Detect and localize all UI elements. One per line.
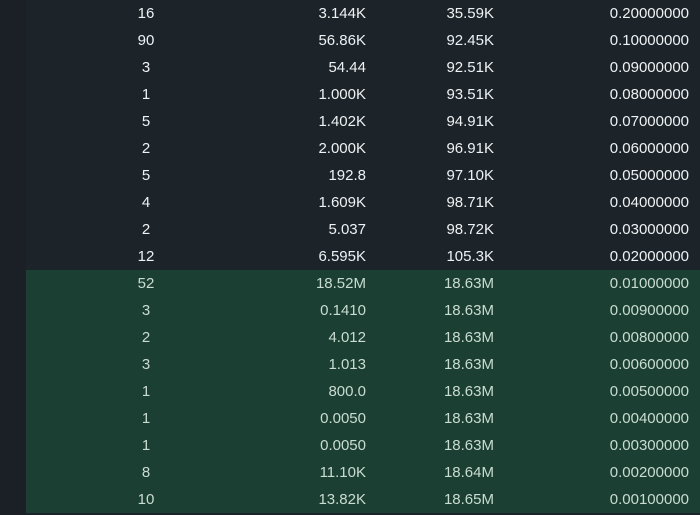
total-cell: 18.63M — [443, 329, 494, 346]
price-cell: 0.00500000 — [609, 383, 689, 400]
price-cell: 0.00200000 — [609, 464, 689, 481]
ask-row[interactable]: 5 192.8 97.10K 0.05000000 — [0, 162, 700, 189]
size-cell: 1.013 — [328, 356, 366, 373]
ask-row[interactable]: 2 2.000K 96.91K 0.06000000 — [0, 135, 700, 162]
size-cell: 2.000K — [318, 140, 366, 157]
price-cell: 0.05000000 — [609, 167, 689, 184]
total-cell: 35.59K — [446, 5, 494, 22]
size-cell: 18.52M — [315, 275, 366, 292]
order-count-cell: 10 — [137, 491, 155, 508]
order-book-rows: 16 3.144K 35.59K 0.20000000 90 56.86K 92.45K 0.… — [0, 0, 700, 513]
order-count-cell: 3 — [141, 356, 151, 373]
price-cell: 0.08000000 — [609, 86, 689, 103]
size-cell: 192.8 — [328, 167, 366, 184]
size-cell: 3.144K — [318, 5, 366, 22]
order-count-cell: 5 — [141, 113, 151, 130]
total-cell: 98.72K — [446, 221, 494, 238]
total-cell: 18.63M — [443, 410, 494, 427]
order-book-panel: 16 3.144K 35.59K 0.20000000 90 56.86K 92.45K 0.… — [0, 0, 700, 515]
total-cell: 18.63M — [443, 356, 494, 373]
total-cell: 18.63M — [443, 383, 494, 400]
order-count-cell: 4 — [141, 194, 151, 211]
order-count-cell: 3 — [141, 59, 151, 76]
order-count-cell: 2 — [141, 221, 151, 238]
order-count-cell: 8 — [141, 464, 151, 481]
total-cell: 93.51K — [446, 86, 494, 103]
size-cell: 54.44 — [328, 59, 366, 76]
ask-row[interactable]: 3 54.44 92.51K 0.09000000 — [0, 54, 700, 81]
price-cell: 0.06000000 — [609, 140, 689, 157]
price-cell: 0.10000000 — [609, 32, 689, 49]
price-cell: 0.20000000 — [609, 5, 689, 22]
price-cell: 0.07000000 — [609, 113, 689, 130]
total-cell: 97.10K — [446, 167, 494, 184]
bid-row[interactable]: 1 0.0050 18.63M 0.00300000 — [0, 432, 700, 459]
price-cell: 0.00800000 — [609, 329, 689, 346]
order-count-cell: 12 — [137, 248, 155, 265]
order-count-cell: 90 — [137, 32, 155, 49]
order-count-cell: 3 — [141, 302, 151, 319]
bid-row[interactable]: 52 18.52M 18.63M 0.01000000 — [0, 270, 700, 297]
size-cell: 11.10K — [319, 464, 366, 481]
total-cell: 18.63M — [443, 437, 494, 454]
order-count-cell: 52 — [137, 275, 155, 292]
price-cell: 0.00300000 — [609, 437, 689, 454]
size-cell: 13.82K — [318, 491, 366, 508]
price-cell: 0.00100000 — [609, 491, 689, 508]
total-cell: 98.71K — [446, 194, 494, 211]
bid-row[interactable]: 8 11.10K 18.64M 0.00200000 — [0, 459, 700, 486]
bid-row[interactable]: 10 13.82K 18.65M 0.00100000 — [0, 486, 700, 513]
total-cell: 92.45K — [446, 32, 494, 49]
order-count-cell: 1 — [141, 383, 151, 400]
size-cell: 800.0 — [328, 383, 366, 400]
price-cell: 0.03000000 — [609, 221, 689, 238]
size-cell: 1.000K — [318, 86, 366, 103]
ask-row[interactable]: 1 1.000K 93.51K 0.08000000 — [0, 81, 700, 108]
total-cell: 18.64M — [443, 464, 494, 481]
price-cell: 0.04000000 — [609, 194, 689, 211]
size-cell: 0.1410 — [320, 302, 366, 319]
bid-row[interactable]: 1 800.0 18.63M 0.00500000 — [0, 378, 700, 405]
order-count-cell: 1 — [141, 86, 151, 103]
price-cell: 0.00600000 — [609, 356, 689, 373]
order-count-cell: 1 — [141, 410, 151, 427]
total-cell: 18.63M — [443, 275, 494, 292]
ask-row[interactable]: 16 3.144K 35.59K 0.20000000 — [0, 0, 700, 27]
bid-row[interactable]: 1 0.0050 18.63M 0.00400000 — [0, 405, 700, 432]
ask-row[interactable]: 90 56.86K 92.45K 0.10000000 — [0, 27, 700, 54]
bid-row[interactable]: 3 0.1410 18.63M 0.00900000 — [0, 297, 700, 324]
price-cell: 0.01000000 — [609, 275, 689, 292]
total-cell: 96.91K — [446, 140, 494, 157]
ask-row[interactable]: 2 5.037 98.72K 0.03000000 — [0, 216, 700, 243]
ask-row[interactable]: 12 6.595K 105.3K 0.02000000 — [0, 243, 700, 270]
order-count-cell: 5 — [141, 167, 151, 184]
bid-row[interactable]: 3 1.013 18.63M 0.00600000 — [0, 351, 700, 378]
size-cell: 56.86K — [318, 32, 366, 49]
bid-row[interactable]: 2 4.012 18.63M 0.00800000 — [0, 324, 700, 351]
price-cell: 0.00900000 — [609, 302, 689, 319]
order-count-cell: 2 — [141, 329, 151, 346]
size-cell: 6.595K — [318, 248, 366, 265]
total-cell: 105.3K — [446, 248, 494, 265]
total-cell: 18.65M — [443, 491, 494, 508]
total-cell: 18.63M — [443, 302, 494, 319]
size-cell: 1.402K — [318, 113, 366, 130]
size-cell: 5.037 — [328, 221, 366, 238]
size-cell: 1.609K — [318, 194, 366, 211]
size-cell: 0.0050 — [320, 410, 366, 427]
price-cell: 0.00400000 — [609, 410, 689, 427]
price-cell: 0.02000000 — [609, 248, 689, 265]
size-cell: 4.012 — [328, 329, 366, 346]
order-count-cell: 16 — [137, 5, 155, 22]
total-cell: 92.51K — [446, 59, 494, 76]
order-count-cell: 2 — [141, 140, 151, 157]
price-cell: 0.09000000 — [609, 59, 689, 76]
total-cell: 94.91K — [446, 113, 494, 130]
ask-row[interactable]: 5 1.402K 94.91K 0.07000000 — [0, 108, 700, 135]
order-count-cell: 1 — [141, 437, 151, 454]
size-cell: 0.0050 — [320, 437, 366, 454]
ask-row[interactable]: 4 1.609K 98.71K 0.04000000 — [0, 189, 700, 216]
